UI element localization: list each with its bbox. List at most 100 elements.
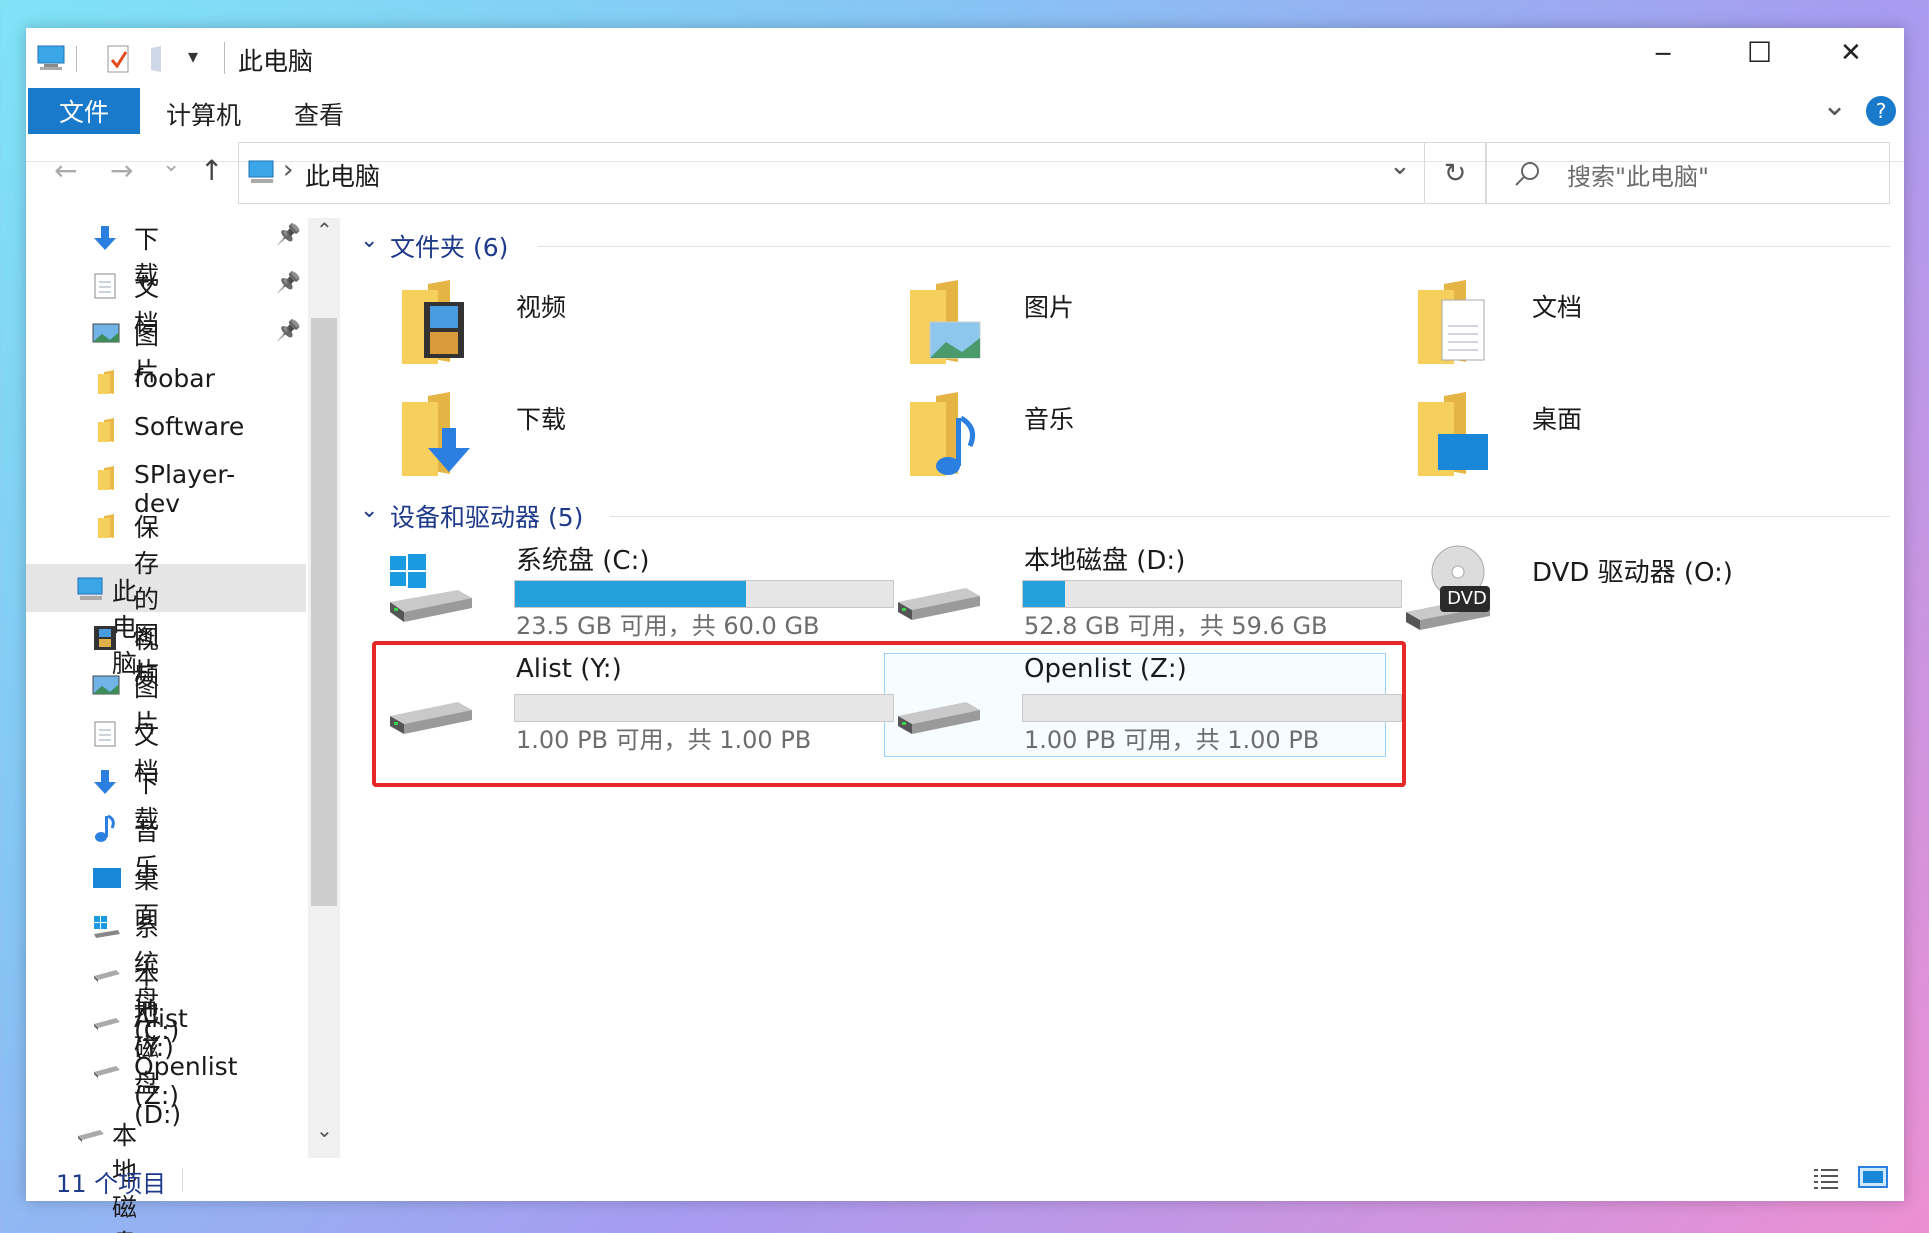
address-dropdown-icon[interactable]: ⌄: [1389, 151, 1411, 181]
drive-icon: [898, 588, 980, 620]
file-explorer-window: ▾ 此电脑 ─ ☐ ✕ 文件 计算机 查看 ⌄ ? ← → ⌄ ↑ › 此电脑 …: [26, 28, 1904, 1233]
desktop-icon: [93, 868, 121, 888]
downloads-folder-icon: [402, 392, 470, 476]
drives-group-header[interactable]: 设备和驱动器 (5): [390, 498, 583, 534]
tab-view[interactable]: 查看: [294, 96, 344, 132]
folder-label: 文档: [1532, 293, 1583, 322]
large-icons-view-icon[interactable]: [1858, 1164, 1888, 1190]
folder-label: 视频: [516, 293, 567, 322]
this-pc-icon: [37, 45, 65, 70]
breadcrumb-separator[interactable]: ›: [283, 155, 293, 185]
dvd-badge: DVD: [1447, 588, 1487, 609]
drive-name: 本地磁盘 (D:): [1024, 546, 1186, 576]
drive-usage-bar: [1022, 694, 1402, 722]
scroll-down-icon[interactable]: ⌄: [316, 1118, 333, 1142]
new-folder-icon[interactable]: [148, 44, 170, 74]
help-icon[interactable]: ?: [1866, 96, 1896, 126]
tab-computer[interactable]: 计算机: [166, 96, 241, 132]
drive-icon: [94, 970, 120, 982]
pictures-folder-icon: [910, 280, 981, 364]
drive-free-space: 1.00 PB 可用，共 1.00 PB: [1024, 726, 1320, 754]
documents-folder-icon: [1418, 280, 1485, 364]
properties-icon[interactable]: [106, 44, 132, 74]
title-bar: ▾ 此电脑 ─ ☐ ✕: [26, 28, 1904, 88]
music-folder-icon: [910, 392, 975, 476]
folder-icon: [98, 466, 114, 490]
folder-tile-downloads[interactable]: 下载: [398, 388, 878, 488]
search-placeholder: 搜索"此电脑": [1567, 163, 1710, 191]
group-divider: [610, 516, 1890, 517]
details-view-icon[interactable]: [1812, 1166, 1840, 1190]
drive-icon: [390, 702, 472, 734]
folder-tile-pictures[interactable]: 图片: [906, 276, 1386, 376]
download-icon: [94, 226, 116, 250]
windows-drive-icon: [94, 916, 120, 938]
drive-tile-y[interactable]: Alist (Y:) 1.00 PB 可用，共 1.00 PB: [388, 654, 894, 754]
pin-icon[interactable]: 📌: [276, 318, 301, 342]
drive-icon: [94, 1066, 120, 1078]
drive-icon: [898, 702, 980, 734]
drive-name: Alist (Y:): [516, 654, 622, 684]
drive-free-space: 1.00 PB 可用，共 1.00 PB: [516, 726, 812, 754]
drive-usage-bar: [514, 580, 894, 608]
sidebar-item-label: foobar: [134, 364, 215, 393]
desktop-folder-icon: [1418, 392, 1488, 476]
folder-icon: [98, 370, 114, 394]
windows-drive-icon: [390, 554, 472, 622]
recent-locations-button[interactable]: ⌄: [162, 152, 180, 177]
drive-name: Openlist (Z:): [1024, 654, 1187, 684]
folder-label: 桌面: [1532, 405, 1583, 434]
drive-free-space: 52.8 GB 可用，共 59.6 GB: [1024, 612, 1328, 640]
sidebar-item-label: Openlist (Z:): [134, 1052, 238, 1110]
drive-usage-bar: [1022, 580, 1402, 608]
tab-file[interactable]: 文件: [28, 88, 140, 134]
sidebar-item-label: Software: [134, 412, 245, 441]
folder-tile-music[interactable]: 音乐: [906, 388, 1386, 488]
drives-group-chevron-icon[interactable]: ⌄: [360, 498, 378, 523]
folder-tile-documents[interactable]: 文档: [1414, 276, 1890, 376]
drive-tile-dvd[interactable]: DVD DVD 驱动器 (O:): [1404, 540, 1890, 636]
folder-icon: [98, 418, 114, 442]
ribbon-collapse-icon[interactable]: ⌄: [1822, 88, 1847, 123]
folder-icon: [98, 514, 114, 538]
folders-group-chevron-icon[interactable]: ⌄: [360, 228, 378, 253]
drive-usage-bar: [514, 694, 894, 722]
quick-access-dropdown[interactable]: ▾: [188, 44, 198, 68]
folder-tile-videos[interactable]: 视频: [398, 276, 878, 376]
drive-name: DVD 驱动器 (O:): [1532, 558, 1733, 588]
drive-icon: [78, 1130, 104, 1142]
this-pc-icon: [248, 160, 274, 183]
folders-group-header[interactable]: 文件夹 (6): [390, 228, 508, 264]
video-folder-icon: [402, 280, 464, 364]
drive-tile-z[interactable]: Openlist (Z:) 1.00 PB 可用，共 1.00 PB: [896, 654, 1402, 754]
status-bar: 11 个项目: [26, 1156, 1904, 1201]
breadcrumb-this-pc[interactable]: 此电脑: [305, 157, 380, 193]
group-divider: [538, 246, 1890, 247]
drive-tile-c[interactable]: 系统盘 (C:) 23.5 GB 可用，共 60.0 GB: [388, 540, 898, 640]
picture-icon: [92, 675, 120, 695]
download-icon: [94, 770, 116, 794]
sidebar-scrollbar-thumb[interactable]: [311, 318, 337, 906]
document-icon: [94, 273, 116, 299]
close-button[interactable]: ✕: [1840, 38, 1862, 68]
document-icon: [94, 721, 116, 747]
address-bar[interactable]: › 此电脑 ⌄: [238, 142, 1425, 204]
search-icon: [1515, 162, 1539, 186]
scroll-up-icon[interactable]: ⌃: [316, 218, 333, 242]
back-button[interactable]: ←: [54, 154, 77, 187]
pin-icon[interactable]: 📌: [276, 222, 301, 246]
search-box[interactable]: 搜索"此电脑": [1486, 142, 1890, 204]
up-button[interactable]: ↑: [200, 154, 223, 187]
folder-tile-desktop[interactable]: 桌面: [1414, 388, 1890, 488]
sidebar-selection: [26, 564, 306, 612]
drive-tile-d[interactable]: 本地磁盘 (D:) 52.8 GB 可用，共 59.6 GB: [896, 540, 1406, 640]
picture-icon: [92, 323, 120, 343]
folder-label: 下载: [516, 405, 567, 434]
refresh-button[interactable]: ↻: [1425, 142, 1486, 204]
drive-icon: [94, 1018, 120, 1030]
forward-button[interactable]: →: [110, 154, 133, 187]
pin-icon[interactable]: 📌: [276, 270, 301, 294]
minimize-button[interactable]: ─: [1656, 40, 1670, 68]
maximize-button[interactable]: ☐: [1747, 36, 1772, 69]
music-icon: [95, 814, 115, 842]
